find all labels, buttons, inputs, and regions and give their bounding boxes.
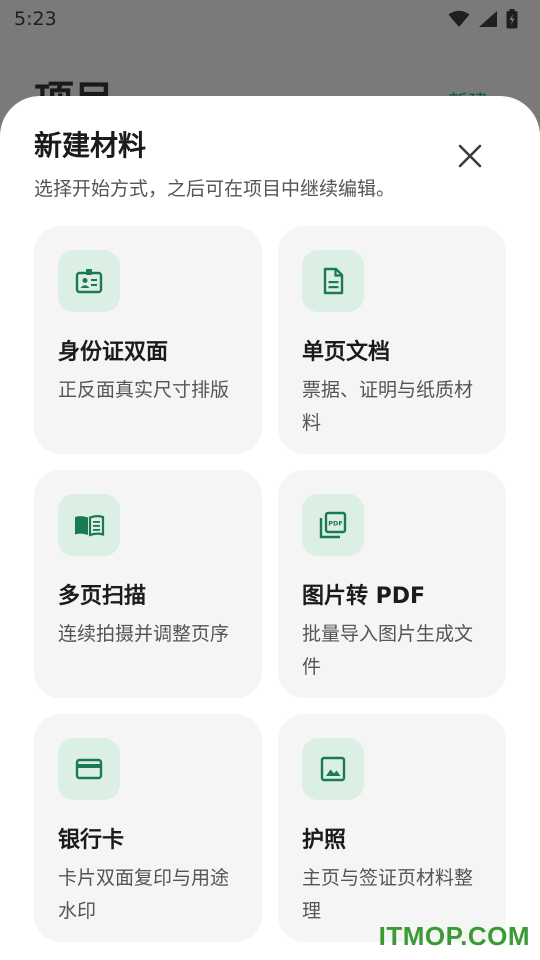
pdf-icon-wrap: PDF xyxy=(302,494,364,556)
sheet-title: 新建材料 xyxy=(34,129,147,162)
option-multi-page-scan[interactable]: 多页扫描 连续拍摄并调整页序 xyxy=(34,470,262,698)
option-title: 多页扫描 xyxy=(58,584,147,609)
sheet-subtitle: 选择开始方式，之后可在项目中继续编辑。 xyxy=(34,178,396,200)
option-grid: 身份证双面 正反面真实尺寸排版 单页文档 票据、证明与纸质材料 多页扫描 连续拍… xyxy=(34,226,506,942)
option-description: 主页与签证页材料整理 xyxy=(302,867,474,922)
status-time: 5:23 xyxy=(14,8,57,30)
book-icon-wrap xyxy=(58,494,120,556)
option-image-to-pdf[interactable]: PDF 图片转 PDF 批量导入图片生成文件 xyxy=(278,470,506,698)
book-icon xyxy=(75,515,105,537)
option-description: 正反面真实尺寸排版 xyxy=(58,379,230,401)
status-icons xyxy=(448,9,518,29)
option-description: 票据、证明与纸质材料 xyxy=(302,379,474,434)
image-icon-wrap xyxy=(302,738,364,800)
wifi-icon xyxy=(448,10,470,27)
id-card-icon-wrap xyxy=(58,250,120,312)
option-bank-card[interactable]: 银行卡 卡片双面复印与用途水印 xyxy=(34,714,262,942)
option-title: 身份证双面 xyxy=(58,340,169,365)
image-icon xyxy=(320,756,346,782)
id-card-icon xyxy=(75,269,103,294)
document-icon-wrap xyxy=(302,250,364,312)
document-icon xyxy=(323,267,344,295)
credit-card-icon xyxy=(75,758,103,780)
option-description: 批量导入图片生成文件 xyxy=(302,623,474,678)
signal-icon xyxy=(479,11,497,27)
option-passport[interactable]: 护照 主页与签证页材料整理 xyxy=(278,714,506,942)
option-description: 连续拍摄并调整页序 xyxy=(58,623,230,645)
watermark: ITMOP.COM xyxy=(378,921,530,951)
battery-icon xyxy=(506,9,518,29)
option-title: 单页文档 xyxy=(302,340,391,365)
status-bar: 5:23 xyxy=(0,0,540,38)
svg-text:PDF: PDF xyxy=(328,520,343,528)
option-title: 护照 xyxy=(302,828,347,853)
option-id-card[interactable]: 身份证双面 正反面真实尺寸排版 xyxy=(34,226,262,454)
option-title: 图片转 PDF xyxy=(302,584,426,609)
option-description: 卡片双面复印与用途水印 xyxy=(58,867,230,922)
new-material-sheet: 新建材料 选择开始方式，之后可在项目中继续编辑。 身份证双面 正反面真实尺寸排版 xyxy=(0,96,540,960)
close-button[interactable] xyxy=(450,136,490,176)
option-single-page-document[interactable]: 单页文档 票据、证明与纸质材料 xyxy=(278,226,506,454)
option-title: 银行卡 xyxy=(58,828,125,853)
pdf-icon: PDF xyxy=(319,511,347,539)
credit-card-icon-wrap xyxy=(58,738,120,800)
close-icon xyxy=(458,144,482,168)
